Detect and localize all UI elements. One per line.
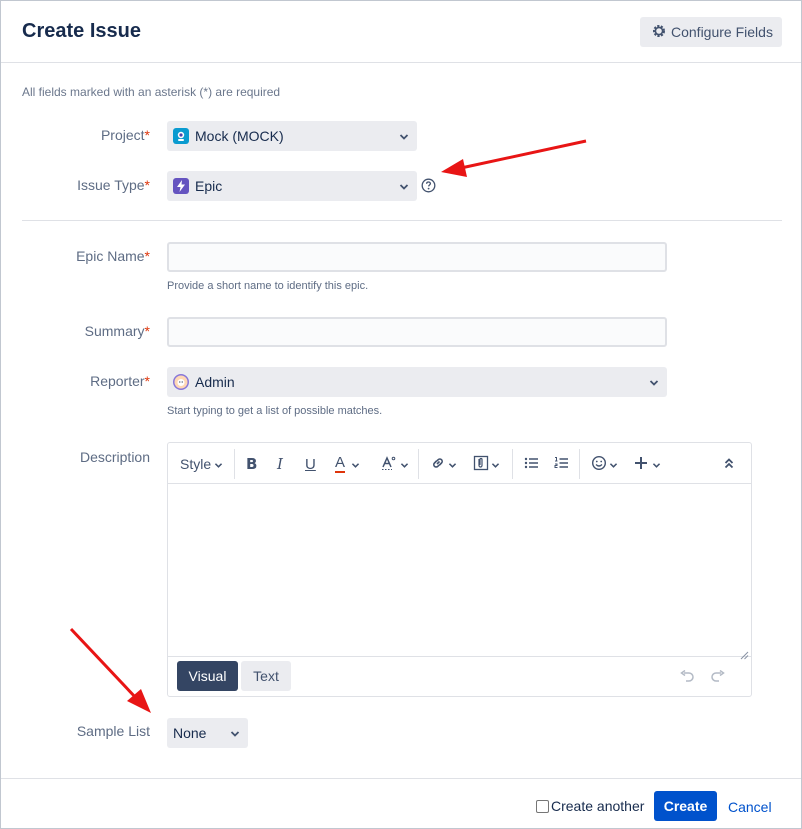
numbered-list-button[interactable] [554, 453, 569, 475]
link-icon [430, 455, 446, 474]
epic-name-label: Epic Name* [76, 248, 150, 264]
text-mode-tab[interactable]: Text [241, 661, 291, 691]
section-divider [22, 220, 782, 221]
create-another-label: Create another [551, 798, 645, 814]
chevron-down-icon [351, 456, 360, 472]
configure-fields-button[interactable]: Configure Fields [640, 17, 782, 47]
chevron-down-icon [491, 456, 500, 472]
style-dropdown-label: Style [180, 456, 212, 472]
insert-more-button[interactable] [634, 453, 661, 475]
toolbar-separator [579, 449, 580, 479]
undo-icon[interactable] [680, 669, 695, 687]
issue-type-select[interactable]: Epic [167, 171, 417, 201]
link-button[interactable] [430, 453, 457, 475]
sample-list-value: None [173, 725, 207, 741]
reporter-select[interactable]: Admin [167, 367, 667, 397]
text-color-label: A [335, 454, 346, 473]
text-color-button[interactable]: A [335, 453, 360, 475]
description-editor: Style B I U A Visual Text [167, 442, 752, 697]
plus-icon [634, 456, 648, 473]
chevron-down-icon [399, 128, 409, 144]
issue-type-value: Epic [195, 178, 223, 194]
required-asterisk: * [144, 127, 150, 143]
style-dropdown[interactable]: Style [180, 453, 223, 475]
user-avatar-icon [173, 374, 189, 390]
create-issue-dialog: Create Issue Configure Fields All fields… [0, 0, 802, 829]
bold-button[interactable]: B [246, 453, 257, 475]
smiley-icon [591, 455, 607, 474]
required-asterisk: * [144, 248, 150, 264]
toolbar-separator [418, 449, 419, 479]
create-button[interactable]: Create [654, 791, 717, 821]
issue-type-label: Issue Type* [77, 177, 150, 193]
resize-handle-icon[interactable] [740, 647, 749, 665]
bullet-list-icon [524, 456, 539, 473]
help-question-icon[interactable] [421, 178, 436, 198]
toolbar-separator [512, 449, 513, 479]
chevron-down-icon [609, 456, 618, 472]
attachment-button[interactable] [473, 453, 500, 475]
bullet-list-button[interactable] [524, 453, 539, 475]
dialog-title: Create Issue [22, 20, 141, 42]
collapse-toolbar-button[interactable] [724, 453, 734, 475]
underline-button[interactable]: U [305, 453, 316, 475]
editor-toolbar: Style B I U A [168, 443, 751, 484]
project-avatar-icon [173, 128, 189, 144]
project-value: Mock (MOCK) [195, 128, 284, 144]
description-label: Description [79, 449, 150, 465]
chevron-down-icon [652, 456, 661, 472]
numbered-list-icon [554, 456, 569, 473]
chevron-down-icon [399, 178, 409, 194]
sample-list-select[interactable]: None [167, 718, 248, 748]
chevron-down-icon [400, 456, 409, 472]
project-label: Project* [100, 127, 150, 143]
description-text-area[interactable] [168, 484, 751, 657]
reporter-label: Reporter* [90, 373, 150, 389]
gear-icon [651, 23, 667, 42]
checkbox-box[interactable] [536, 799, 549, 813]
chevron-down-icon [649, 374, 659, 390]
required-asterisk: * [144, 373, 150, 389]
summary-label: Summary* [84, 323, 150, 339]
required-asterisk: * [144, 177, 150, 193]
annotation-arrow [69, 627, 151, 713]
chevron-down-icon [448, 456, 457, 472]
text-format-more-button[interactable] [381, 453, 409, 475]
required-fields-note: All fields marked with an asterisk (*) a… [22, 85, 281, 99]
redo-icon[interactable] [710, 669, 725, 687]
cancel-link[interactable]: Cancel [728, 799, 772, 815]
epic-name-input[interactable] [167, 242, 667, 272]
configure-fields-label: Configure Fields [671, 24, 773, 40]
chevron-down-icon [230, 725, 240, 741]
text-style-icon [381, 455, 397, 474]
required-asterisk: * [144, 323, 150, 339]
sample-list-label: Sample List [76, 723, 150, 739]
reporter-hint: Start typing to get a list of possible m… [167, 405, 383, 417]
epic-lightning-icon [173, 178, 189, 194]
epic-name-hint: Provide a short name to identify this ep… [167, 280, 369, 292]
toolbar-separator [234, 449, 235, 479]
attachment-icon [473, 455, 489, 474]
annotation-arrow [441, 139, 587, 177]
dialog-header: Create Issue Configure Fields [1, 1, 801, 63]
emoji-button[interactable] [591, 453, 618, 475]
reporter-value: Admin [195, 374, 235, 390]
double-chevron-up-icon [724, 456, 734, 472]
create-another-checkbox[interactable]: Create another [536, 798, 644, 814]
italic-button[interactable]: I [277, 453, 283, 475]
project-select[interactable]: Mock (MOCK) [167, 121, 417, 151]
chevron-down-icon [214, 456, 223, 472]
summary-input[interactable] [167, 317, 667, 347]
visual-mode-tab[interactable]: Visual [177, 661, 238, 691]
